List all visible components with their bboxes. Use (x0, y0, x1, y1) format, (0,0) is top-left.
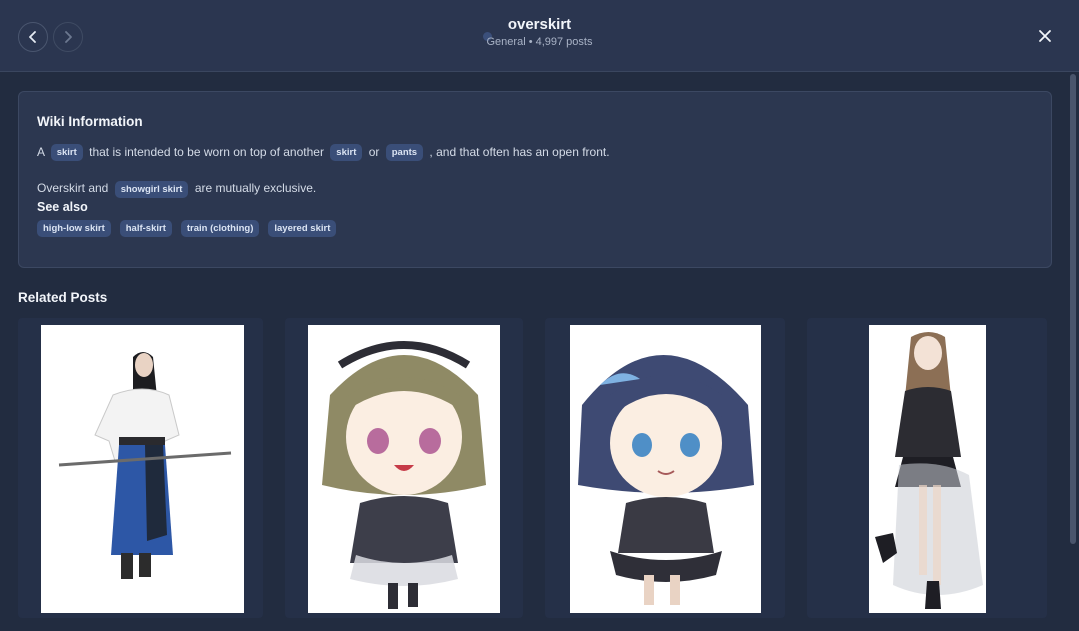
tag-chip-pants[interactable]: pants (385, 144, 424, 162)
figure-chibi-girl-blue-hair-image (570, 325, 761, 613)
post-card[interactable] (545, 318, 785, 618)
post-thumbnail[interactable] (570, 325, 761, 613)
post-thumbnail[interactable] (308, 325, 500, 613)
wiki-heading: Wiki Information (37, 114, 143, 129)
tag-chip-half-skirt[interactable]: half-skirt (119, 219, 172, 237)
scrollbar[interactable] (1070, 74, 1076, 544)
header-bar: overskirt General • 4,997 posts (0, 0, 1079, 72)
figure-swordsman-image (41, 325, 244, 613)
post-thumbnail[interactable] (41, 325, 244, 613)
tag-chip-layered-skirt[interactable]: layered skirt (268, 219, 337, 237)
close-icon (1039, 30, 1051, 42)
close-button[interactable] (1035, 26, 1055, 46)
wiki-text: or (368, 145, 380, 159)
see-also-label: See also (37, 199, 88, 214)
tag-subtitle: General • 4,997 posts (486, 36, 593, 48)
wiki-text: A (37, 145, 45, 159)
see-also-tags: high-low skirt half-skirt train (clothin… (37, 219, 1033, 237)
tag-chip-showgirl-skirt[interactable]: showgirl skirt (114, 180, 189, 198)
wiki-panel: Wiki Information A skirt that is intende… (18, 91, 1052, 268)
wiki-text: that is intended to be worn on top of an… (89, 145, 324, 159)
post-thumbnail[interactable] (869, 325, 986, 613)
tag-chip-train-clothing[interactable]: train (clothing) (180, 219, 260, 237)
figure-chibi-girl-image (308, 325, 500, 613)
tag-title: overskirt (507, 16, 572, 33)
tag-chip-skirt[interactable]: skirt (330, 144, 363, 162)
post-card[interactable] (18, 318, 263, 618)
wiki-text: are mutually exclusive. (194, 181, 317, 196)
post-card[interactable] (285, 318, 523, 618)
wiki-exclusion-note: Overskirt and showgirl skirt are mutuall… (37, 179, 1033, 198)
related-posts-heading: Related Posts (18, 290, 108, 305)
wiki-description: A skirt that is intended to be worn on t… (37, 143, 1033, 162)
wiki-text: , and that often has an open front. (429, 145, 610, 159)
figure-girl-sheer-overskirt-image (869, 325, 986, 613)
wiki-text: Overskirt and (37, 181, 109, 196)
post-card[interactable] (807, 318, 1047, 618)
tag-chip-skirt[interactable]: skirt (50, 144, 83, 162)
tag-chip-high-low-skirt[interactable]: high-low skirt (37, 219, 111, 237)
